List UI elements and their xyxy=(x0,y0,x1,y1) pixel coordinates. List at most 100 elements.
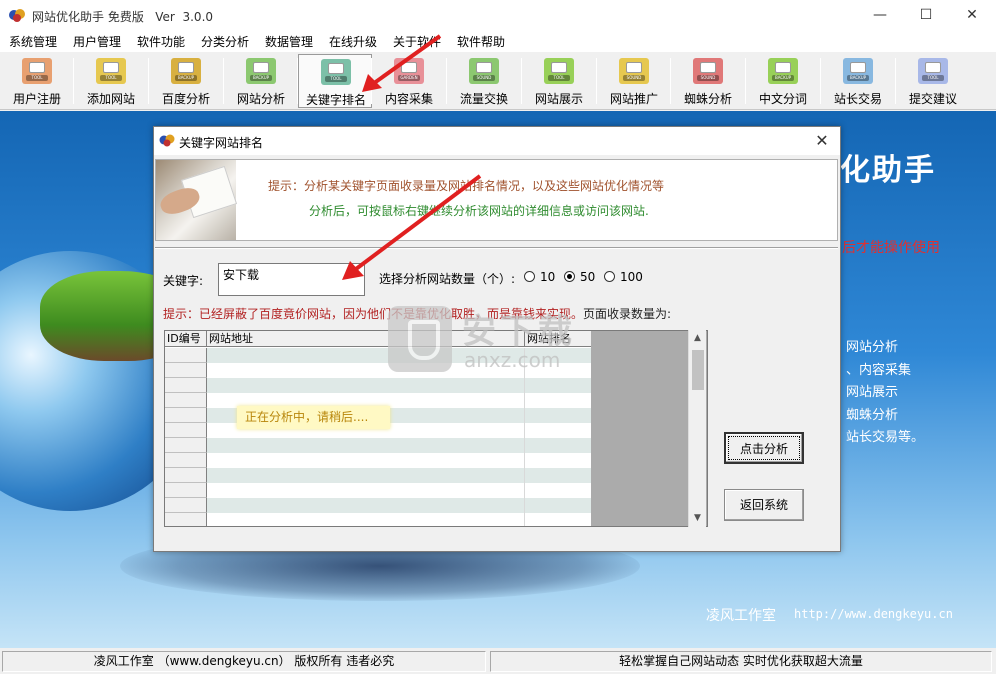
table-cell xyxy=(165,408,207,423)
menu-help[interactable]: 软件帮助 xyxy=(457,33,505,50)
toolbar-button[interactable]: SOUND 流量交换 xyxy=(447,54,521,108)
table-row[interactable] xyxy=(165,513,591,526)
feature-item: 网站分析 xyxy=(846,340,899,355)
icon-picture xyxy=(178,62,194,73)
menu-bar: 系统管理 用户管理 软件功能 分类分析 数据管理 在线升级 关于软件 软件帮助 xyxy=(0,30,996,52)
scroll-down-icon[interactable]: ▼ xyxy=(689,510,706,527)
status-copyright: 凌风工作室 （www.dengkeyu.cn） 版权所有 违者必究 xyxy=(2,651,486,672)
table-cell xyxy=(165,498,207,513)
icon-tag: TOOL xyxy=(26,75,48,81)
keyword-label: 关键字: xyxy=(163,274,204,288)
scroll-thumb[interactable] xyxy=(692,350,704,390)
app-logo-icon xyxy=(9,9,25,22)
tool-icon: TOOL xyxy=(918,58,948,84)
menu-users[interactable]: 用户管理 xyxy=(73,33,121,50)
backup-icon: BACKUP xyxy=(246,58,276,84)
icon-picture xyxy=(700,62,716,73)
menu-data[interactable]: 数据管理 xyxy=(265,33,313,50)
maximize-icon[interactable]: ☐ xyxy=(903,0,949,30)
count-radio-50[interactable]: 50 xyxy=(564,270,595,284)
icon-tag: BACKUP xyxy=(250,75,272,81)
icon-tag: TOOL xyxy=(548,75,570,81)
toolbar-button-label: 站长交易 xyxy=(833,92,882,106)
scroll-up-icon[interactable]: ▲ xyxy=(689,330,706,347)
toolbar-separator xyxy=(820,58,821,104)
toolbar-button[interactable]: TOOL 关键字排名 xyxy=(298,54,372,108)
toolbar-separator xyxy=(895,58,896,104)
menu-upgrade[interactable]: 在线升级 xyxy=(329,33,377,50)
toolbar-button[interactable]: TOOL 用户注册 xyxy=(0,54,74,108)
toolbar-button-label: 中文分词 xyxy=(758,92,807,106)
menu-category[interactable]: 分类分析 xyxy=(201,33,249,50)
column-header-id[interactable]: ID编号 xyxy=(165,331,207,347)
table-row[interactable] xyxy=(165,378,591,393)
table-cell xyxy=(165,378,207,393)
table-row[interactable] xyxy=(165,468,591,483)
studio-url[interactable]: http://www.dengkeyu.cn xyxy=(794,607,953,621)
dialog-app-icon xyxy=(159,134,175,147)
table-cell xyxy=(165,363,207,378)
table-cell xyxy=(525,468,591,483)
icon-tag: SOUND xyxy=(623,75,645,81)
table-row[interactable] xyxy=(165,498,591,513)
toolbar-button[interactable]: BACKUP 网站分析 xyxy=(224,54,298,108)
shield-icon xyxy=(388,306,452,372)
minimize-icon[interactable]: — xyxy=(857,0,903,30)
loading-message: 正在分析中，请稍后.... xyxy=(237,406,390,429)
window-title: 网站优化助手 免费版 Ver 3.0.0 xyxy=(32,10,214,24)
table-row[interactable] xyxy=(165,483,591,498)
toolbar-button-label: 网站展示 xyxy=(534,92,583,106)
studio-name: 凌风工作室 xyxy=(706,608,776,624)
feature-list: 网站分析 、内容采集 网站展示 蜘蛛分析 站长交易等。 xyxy=(846,337,924,450)
watermark-cn: 安下载 xyxy=(462,312,576,352)
table-row[interactable] xyxy=(165,453,591,468)
toolbar-button[interactable]: BACKUP 百度分析 xyxy=(149,54,223,108)
keyword-input[interactable]: 安下载 xyxy=(218,263,365,296)
tool-icon: TOOL xyxy=(544,58,574,84)
dialog-banner: 提示：分析某关键字页面收录量及网站排名情况，以及这些网站优化情况等 分析后，可按… xyxy=(155,159,838,241)
count-radio-10[interactable]: 10 xyxy=(524,270,555,284)
table-cell xyxy=(165,393,207,408)
icon-picture xyxy=(551,62,567,73)
tool-icon: TOOL xyxy=(22,58,52,84)
status-slogan: 轻松掌握自己网站动态 实时优化获取超大流量 xyxy=(490,651,992,672)
close-icon[interactable]: ✕ xyxy=(804,127,840,155)
icon-tag: TOOL xyxy=(922,75,944,81)
icon-picture xyxy=(850,62,866,73)
toolbar-button[interactable]: TOOL 网站展示 xyxy=(522,54,596,108)
divider xyxy=(155,247,838,249)
radio-dot-icon xyxy=(524,271,535,282)
table-scrollbar[interactable]: ▲ ▼ xyxy=(688,330,706,527)
menu-system[interactable]: 系统管理 xyxy=(9,33,57,50)
banner-tip-line2: 分析后，可按鼠标右键继续分析该网站的详细信息或访问该网站. xyxy=(309,204,649,218)
tool-icon: TOOL xyxy=(96,58,126,84)
table-cell xyxy=(207,468,525,483)
table-cell xyxy=(207,513,525,526)
back-button[interactable]: 返回系统 xyxy=(724,489,804,521)
toolbar-button[interactable]: TOOL 提交建议 xyxy=(896,54,970,108)
toolbar-separator xyxy=(670,58,671,104)
feature-item: 站长交易等。 xyxy=(846,430,925,445)
sound-icon: SOUND xyxy=(693,58,723,84)
table-row[interactable] xyxy=(165,438,591,453)
toolbar-button-label: 关键字排名 xyxy=(305,93,366,107)
count-radio-100[interactable]: 100 xyxy=(604,270,643,284)
menu-about[interactable]: 关于软件 xyxy=(393,33,441,50)
table-cell xyxy=(165,453,207,468)
toolbar-button[interactable]: BACKUP 中文分词 xyxy=(746,54,820,108)
analyze-button[interactable]: 点击分析 xyxy=(724,432,804,464)
toolbar-button[interactable]: TOOL 添加网站 xyxy=(74,54,148,108)
menu-features[interactable]: 软件功能 xyxy=(137,33,185,50)
toolbar-button[interactable]: SOUND 网站推广 xyxy=(597,54,671,108)
toolbar-button[interactable]: BACKUP 站长交易 xyxy=(821,54,895,108)
toolbar-button[interactable]: GARDEN 内容采集 xyxy=(372,54,446,108)
toolbar-button[interactable]: SOUND 蜘蛛分析 xyxy=(671,54,745,108)
icon-tag: TOOL xyxy=(100,75,122,81)
backup-icon: BACKUP xyxy=(171,58,201,84)
garden-icon: GARDEN xyxy=(394,58,424,84)
table-cell xyxy=(525,408,591,423)
toolbar-separator xyxy=(446,58,447,104)
icon-tag: SOUND xyxy=(697,75,719,81)
status-bar: 凌风工作室 （www.dengkeyu.cn） 版权所有 违者必究 轻松掌握自己… xyxy=(0,648,996,674)
close-icon[interactable]: ✕ xyxy=(949,0,995,30)
